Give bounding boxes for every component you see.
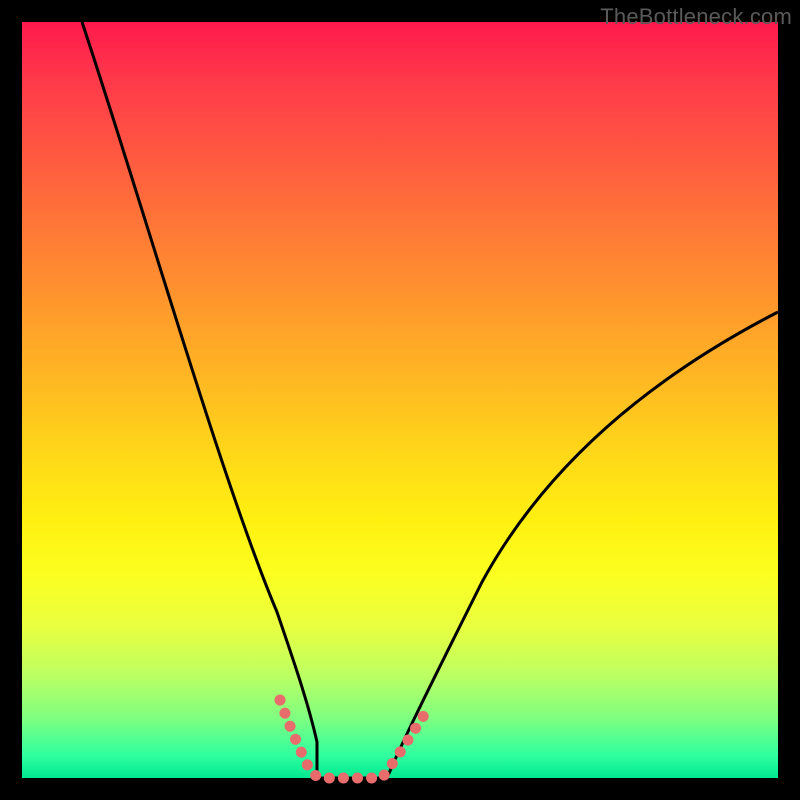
- curve-lines: [82, 22, 778, 778]
- main-curve: [82, 22, 778, 778]
- watermark-text: TheBottleneck.com: [600, 4, 792, 30]
- bottom-highlight: [280, 700, 426, 778]
- chart-svg: [22, 22, 778, 778]
